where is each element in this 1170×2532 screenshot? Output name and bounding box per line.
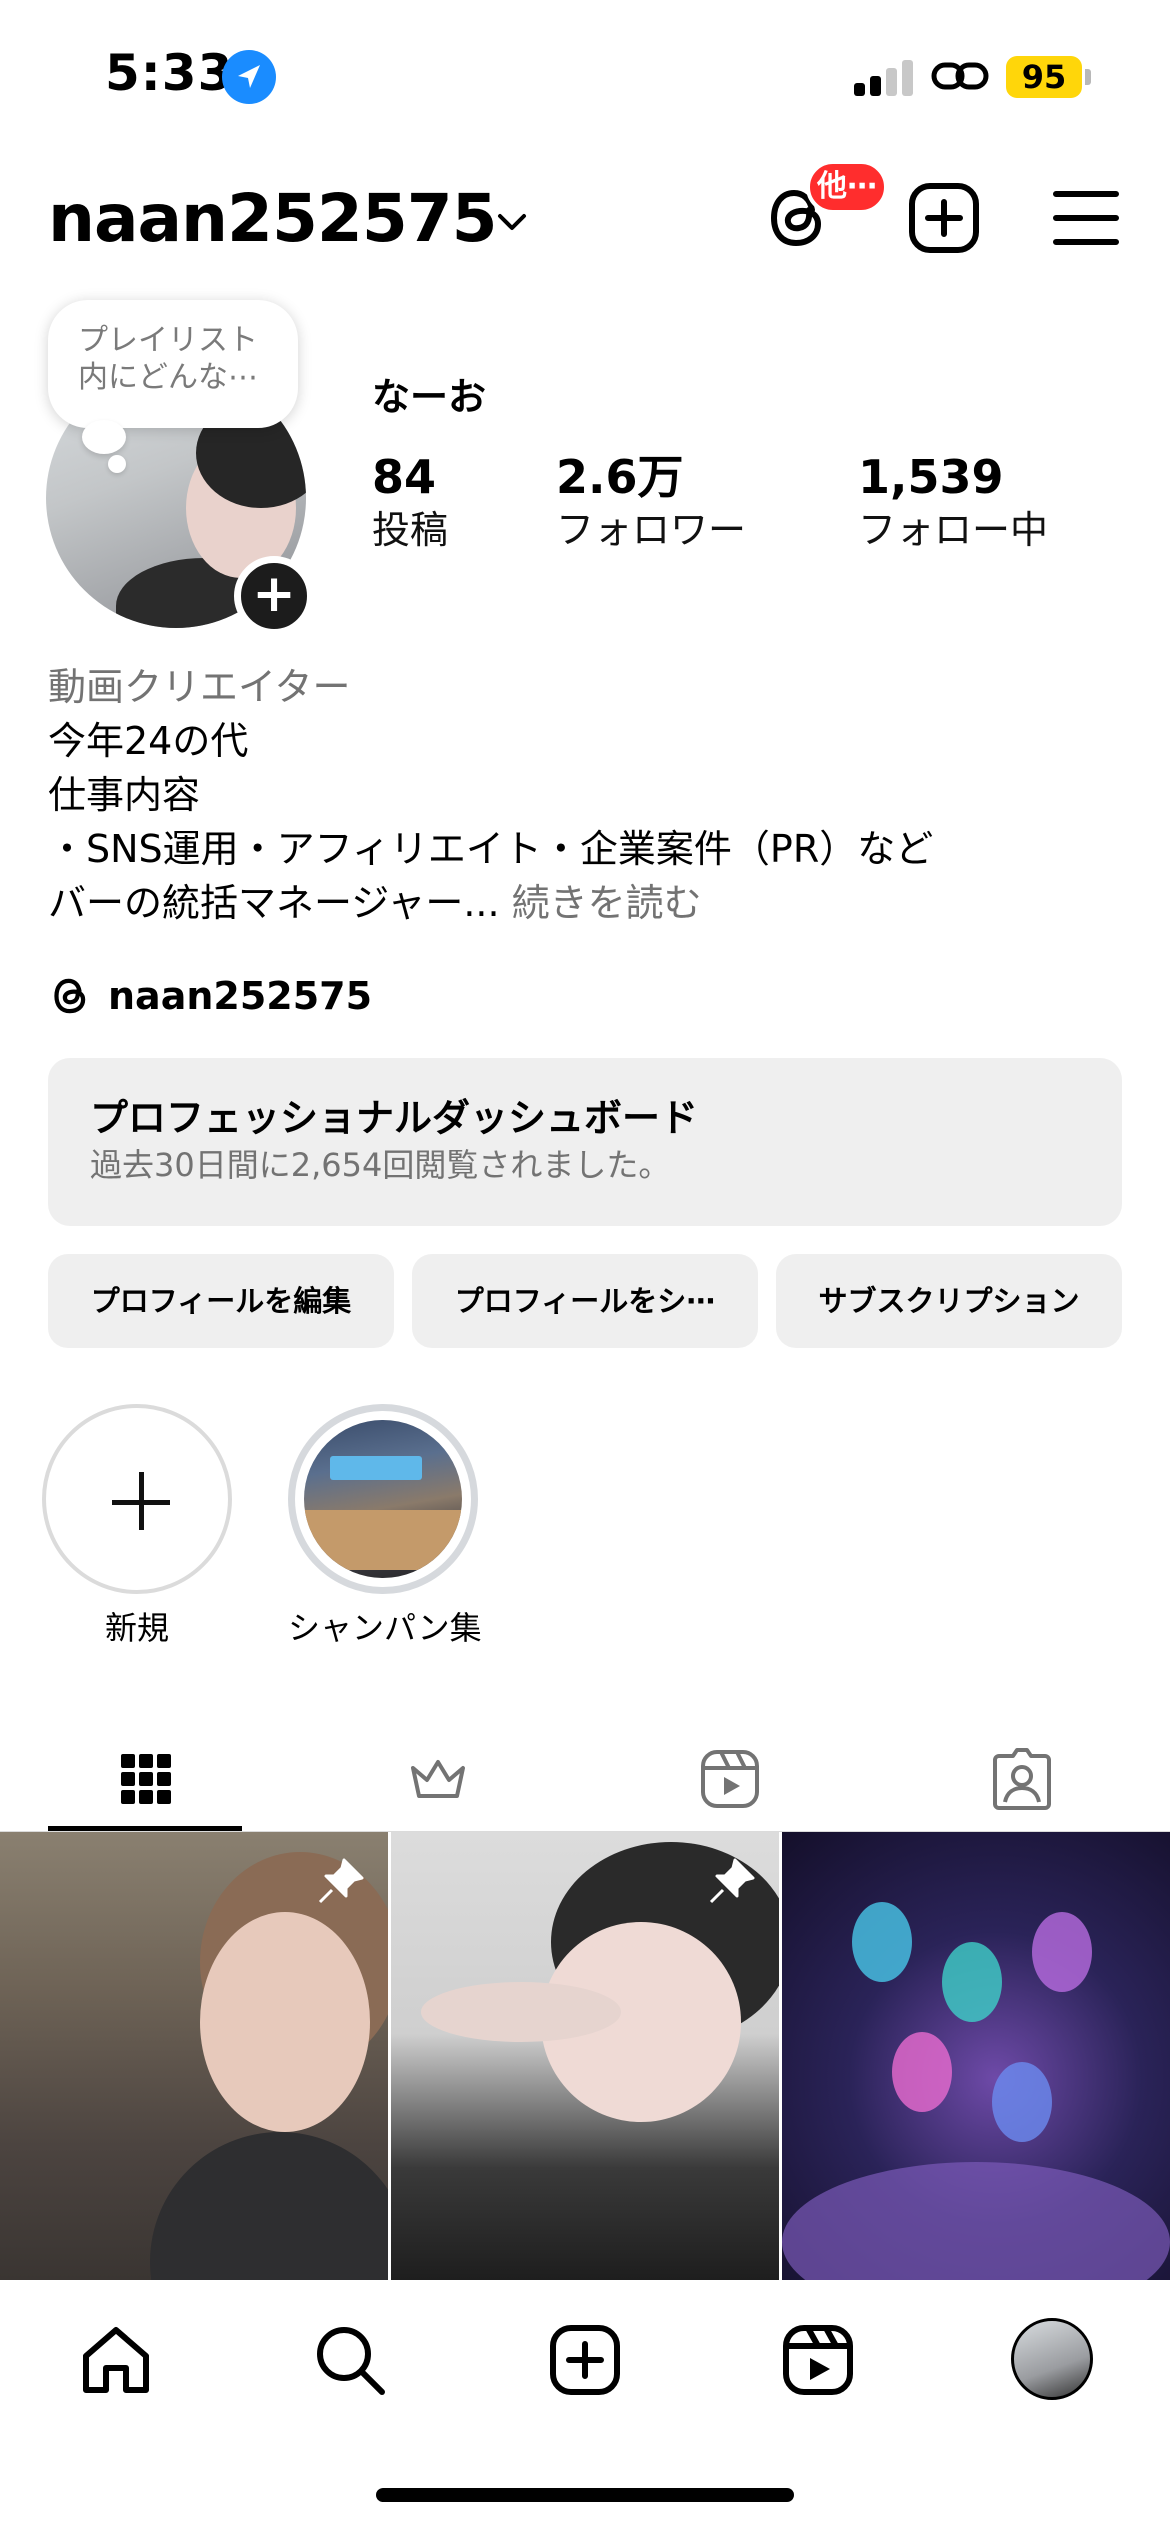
bio-line: 仕事内容 — [48, 773, 201, 817]
threads-badge[interactable]: 他⋯ — [806, 160, 888, 214]
threads-icon — [48, 973, 94, 1019]
dashboard-subtitle: 過去30日間に2,654回閲覧されました。 — [90, 1146, 671, 1184]
cellular-signal-icon — [854, 58, 916, 96]
tab-tagged[interactable] — [876, 1716, 1168, 1832]
personal-hotspot-icon — [930, 56, 990, 96]
dashboard-title: プロフェッショナルダッシュボード — [90, 1096, 699, 1140]
search-icon[interactable] — [310, 2320, 390, 2400]
professional-dashboard[interactable]: プロフェッショナルダッシュボード 過去30日間に2,654回閲覧されました。 — [48, 1058, 1122, 1226]
battery-level: 95 — [1006, 56, 1082, 98]
stat-posts[interactable]: 84 投稿 — [372, 450, 448, 556]
menu-icon[interactable] — [1050, 184, 1122, 252]
post-thumbnail[interactable] — [391, 1832, 779, 2280]
tab-reels[interactable] — [584, 1716, 876, 1832]
highlight-champagne[interactable]: シャンパン集 — [288, 1404, 482, 1648]
stat-following-count: 1,539 — [858, 450, 1004, 504]
note-bubble[interactable]: プレイリスト内にどんな⋯ — [48, 300, 298, 428]
note-bubble-tail — [82, 420, 126, 454]
highlight-cover-image — [304, 1420, 462, 1578]
battery-icon: 95 — [1006, 56, 1091, 98]
profile-bio: 動画クリエイター 今年24の代 仕事内容 ・SNS運用・アフィリエイト・企業案件… — [48, 660, 1128, 930]
reels-icon — [701, 1750, 759, 1808]
highlight-label: シャンパン集 — [288, 1609, 482, 1647]
status-time: 5:33 — [105, 44, 234, 102]
plus-icon — [42, 1404, 232, 1594]
pin-icon — [318, 1858, 364, 1904]
profile-avatar-tab[interactable] — [1011, 2318, 1093, 2400]
tab-subscriptions[interactable] — [292, 1716, 584, 1832]
read-more-link[interactable]: 続きを読む — [512, 881, 702, 925]
crown-icon — [411, 1760, 465, 1798]
tagged-icon — [993, 1748, 1051, 1810]
add-story-icon[interactable]: + — [234, 556, 314, 636]
bio-line: ・SNS運用・アフィリエイト・企業案件（PR）など — [48, 827, 934, 871]
status-bar: 5:33 95 — [0, 0, 1170, 150]
profile-header: naan252575 他⋯ — [0, 160, 1170, 280]
active-tab-indicator — [48, 1826, 242, 1831]
tab-posts[interactable] — [0, 1716, 292, 1832]
home-icon[interactable] — [76, 2320, 156, 2400]
post-thumbnail[interactable] — [782, 1832, 1170, 2280]
profile-tabs — [0, 1716, 1170, 1832]
stat-posts-count: 84 — [372, 450, 437, 504]
grid-icon — [121, 1754, 171, 1804]
display-name: なーお — [372, 375, 487, 419]
stat-followers[interactable]: 2.6万 フォロワー — [556, 450, 746, 556]
posts-grid — [0, 1832, 1170, 2280]
reels-icon[interactable] — [778, 2320, 858, 2400]
pin-icon — [709, 1858, 755, 1904]
bio-category: 動画クリエイター — [48, 665, 351, 709]
create-icon[interactable] — [545, 2320, 625, 2400]
stat-following[interactable]: 1,539 フォロー中 — [858, 450, 1048, 556]
account-username[interactable]: naan252575 — [48, 180, 498, 257]
share-profile-button[interactable]: プロフィールをシ⋯ — [412, 1254, 758, 1348]
edit-profile-button[interactable]: プロフィールを編集 — [48, 1254, 394, 1348]
bio-line: 今年24の代 — [48, 719, 249, 763]
stat-followers-count: 2.6万 — [556, 450, 684, 504]
bio-line-last: バーの統括マネージャー... 続きを読む — [48, 876, 1128, 930]
stat-posts-label: 投稿 — [372, 508, 449, 552]
home-indicator — [376, 2488, 794, 2502]
highlight-new[interactable]: 新規 — [42, 1404, 232, 1648]
create-icon[interactable] — [906, 180, 982, 256]
threads-profile-link[interactable]: naan252575 — [48, 968, 372, 1024]
highlight-label: 新規 — [104, 1609, 169, 1647]
post-thumbnail[interactable] — [0, 1832, 388, 2280]
chevron-down-icon[interactable] — [492, 202, 532, 242]
note-bubble-tail-small — [108, 455, 126, 473]
subscription-button[interactable]: サブスクリプション — [776, 1254, 1122, 1348]
location-arrow-icon — [222, 50, 276, 104]
stat-following-label: フォロー中 — [858, 508, 1049, 552]
threads-handle: naan252575 — [108, 974, 373, 1018]
profile-action-buttons: プロフィールを編集 プロフィールをシ⋯ サブスクリプション — [48, 1254, 1122, 1348]
stat-followers-label: フォロワー — [556, 508, 747, 552]
bio-line: バーの統括マネージャー... — [48, 881, 512, 925]
